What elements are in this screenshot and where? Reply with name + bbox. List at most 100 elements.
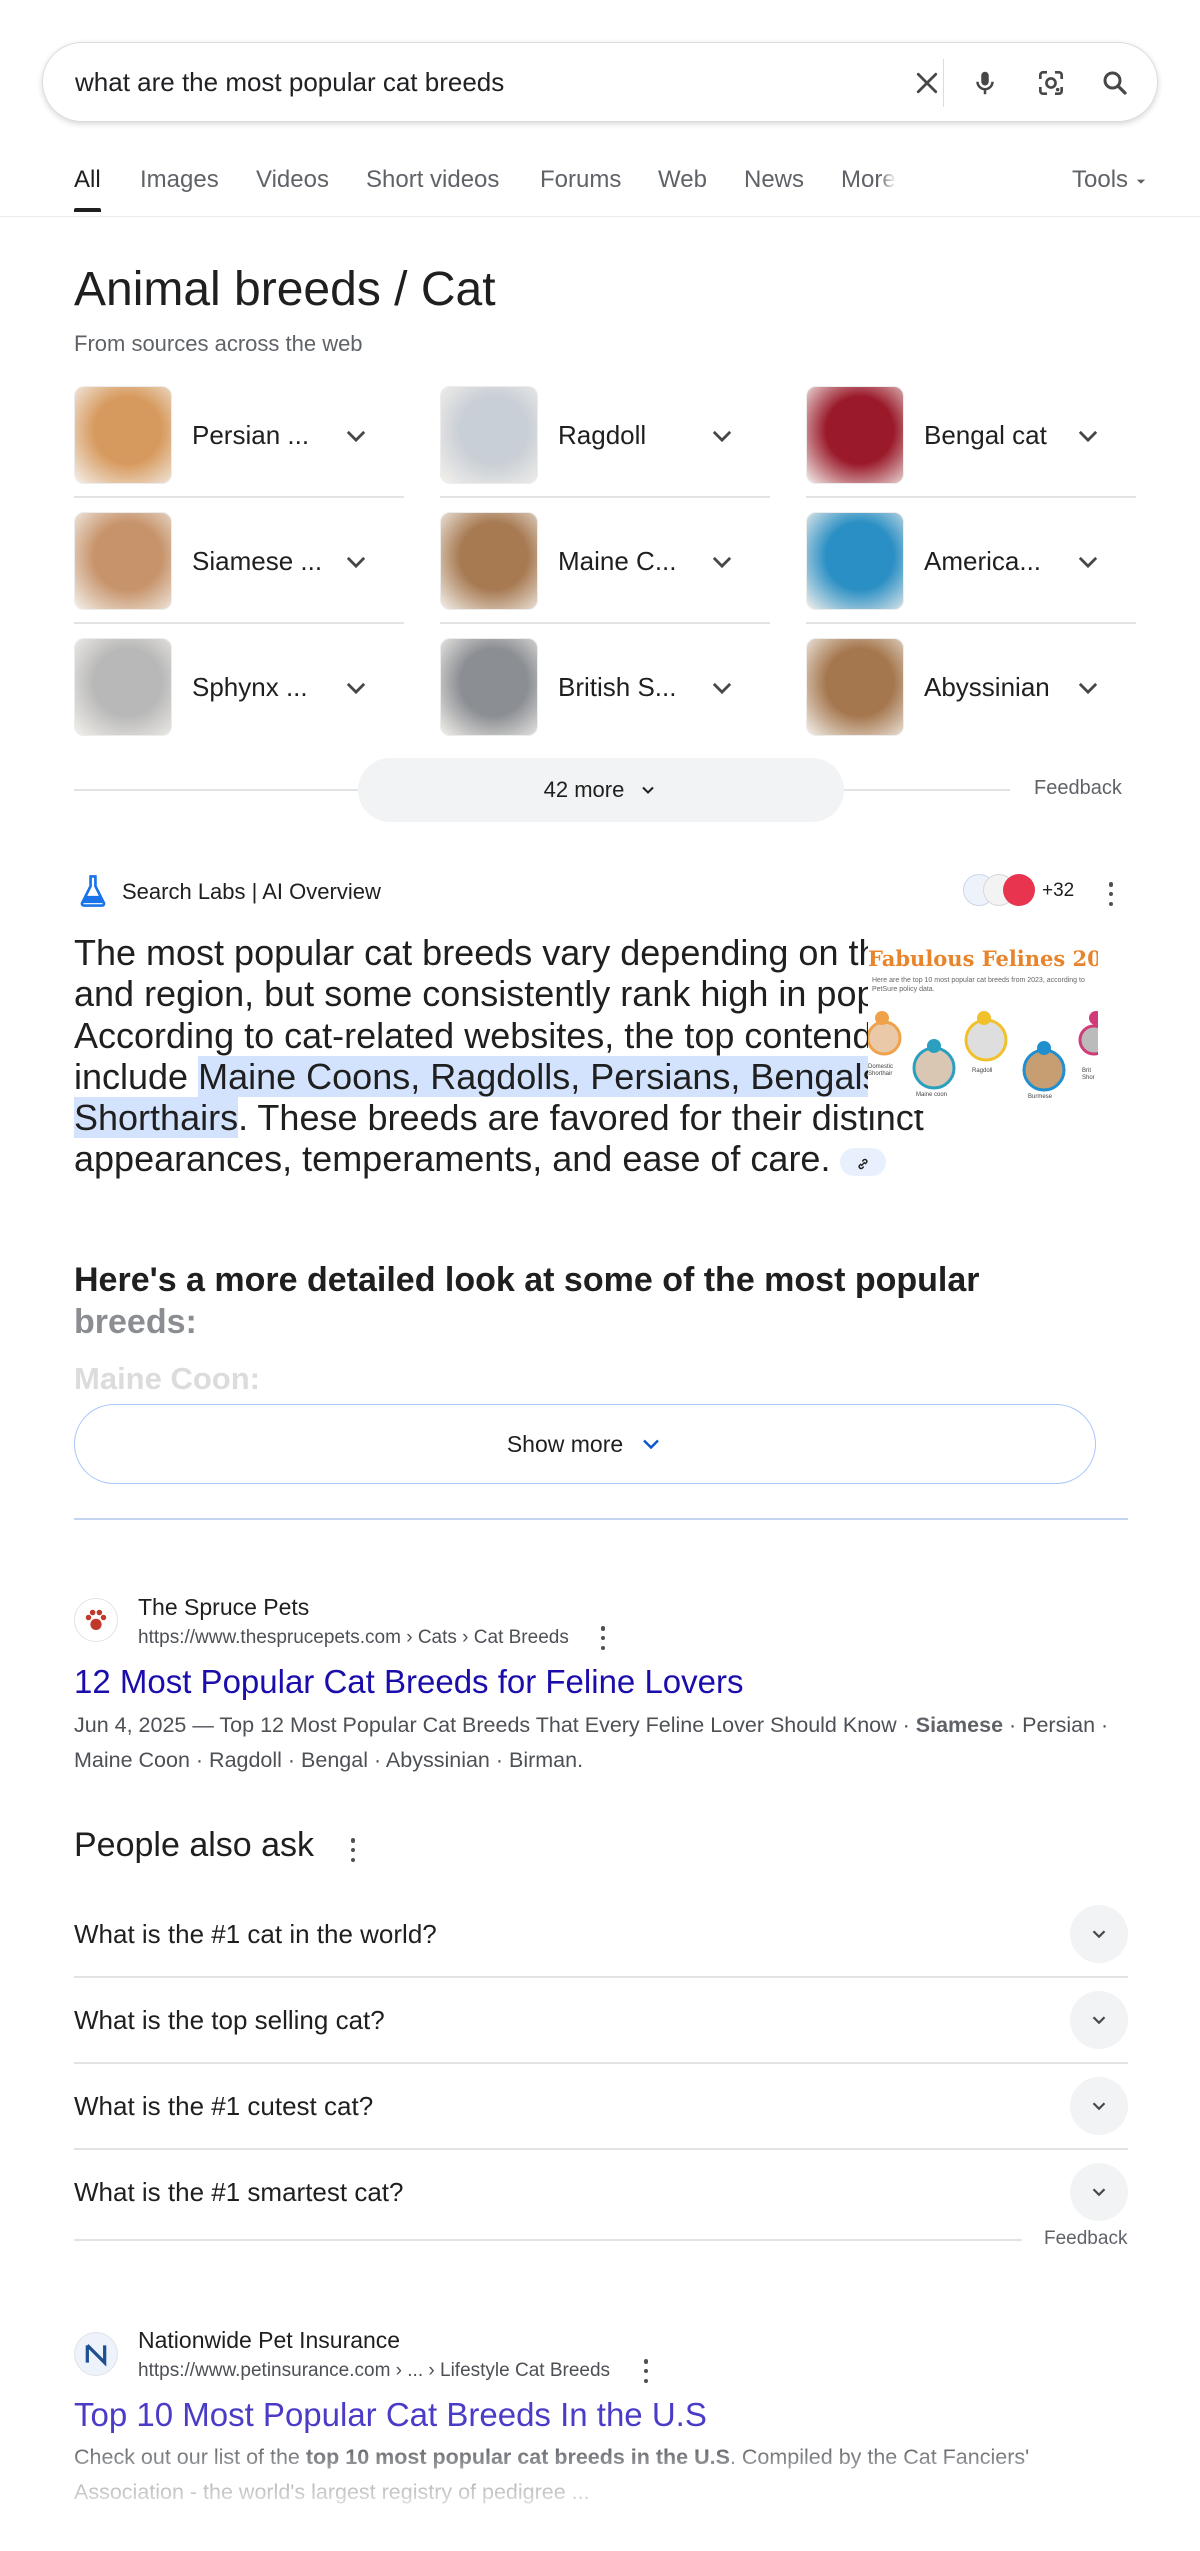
breed-thumbnail (440, 512, 538, 610)
breed-divider (440, 496, 770, 498)
chevron-down-icon (643, 1439, 660, 1450)
paa-expand-button[interactable] (1070, 1905, 1128, 1963)
paa-question[interactable]: What is the #1 smartest cat? (74, 2151, 1128, 2236)
result-1-site-name[interactable]: The Spruce Pets (138, 1594, 309, 1621)
breed-divider (74, 496, 404, 498)
tab-videos[interactable]: Videos (256, 166, 329, 194)
paa-feedback-link[interactable]: Feedback (1044, 2228, 1127, 2250)
result-2-site-name[interactable]: Nationwide Pet Insurance (138, 2327, 400, 2354)
breed-chip[interactable]: Bengal cat (806, 386, 1136, 498)
chevron-down-icon[interactable] (1074, 548, 1102, 576)
tab-short-videos[interactable]: Short videos (366, 166, 499, 194)
tab-images[interactable]: Images (140, 166, 219, 194)
paa-question-text: What is the #1 cutest cat? (74, 2091, 374, 2121)
result-1-snippet: Jun 4, 2025 — Top 12 Most Popular Cat Br… (74, 1708, 1134, 1778)
ai-sources-avatars[interactable] (963, 874, 1039, 908)
ai-overview-label: Search Labs | AI Overview (122, 879, 381, 904)
paa-feedback-divider (74, 2239, 1022, 2241)
infographic-label-4: Burmese (1028, 1094, 1053, 1100)
chevron-down-icon[interactable] (342, 548, 370, 576)
breed-thumbnail (806, 386, 904, 484)
search-icon[interactable] (1093, 61, 1137, 105)
ai-overview-menu-icon[interactable] (1108, 882, 1114, 906)
paa-expand-button[interactable] (1070, 2077, 1128, 2135)
chevron-down-icon[interactable] (708, 422, 736, 450)
search-bar[interactable]: what are the most popular cat breeds (42, 42, 1158, 122)
breed-chip[interactable]: Sphynx ... (74, 638, 404, 738)
ai-overview-heading: Here's a more detailed look at some of t… (74, 1259, 1114, 1343)
chevron-down-icon[interactable] (708, 548, 736, 576)
result-2-title-link[interactable]: Top 10 Most Popular Cat Breeds In the U.… (74, 2396, 707, 2434)
breed-thumbnail (440, 638, 538, 736)
breed-label: Ragdoll (558, 420, 647, 450)
paa-question[interactable]: What is the #1 cat in the world? (74, 1893, 1128, 1978)
result-2-snippet: Check out our list of the top 10 most po… (74, 2440, 1134, 2510)
tab-all[interactable]: All (74, 166, 101, 194)
ai-show-more-button[interactable]: Show more (74, 1404, 1096, 1484)
paa-question[interactable]: What is the #1 cutest cat? (74, 2065, 1128, 2150)
result-2-url[interactable]: https://www.petinsurance.com › ... › Lif… (138, 2360, 610, 2382)
breed-divider (806, 622, 1136, 624)
spruce-pets-favicon (74, 1598, 118, 1642)
caret-down-icon (1136, 179, 1146, 184)
paa-question[interactable]: What is the top selling cat? (74, 1979, 1128, 2064)
paa-menu-icon[interactable] (350, 1838, 356, 1862)
result-1-menu-icon[interactable] (600, 1626, 606, 1650)
mic-icon[interactable] (963, 61, 1007, 105)
search-divider (943, 59, 944, 107)
infographic-graphic (868, 1011, 1098, 1092)
chevron-down-icon[interactable] (708, 674, 736, 702)
breed-chip[interactable]: Persian ... (74, 386, 404, 498)
search-input[interactable]: what are the most popular cat breeds (75, 67, 504, 98)
breed-divider (440, 622, 770, 624)
breed-thumbnail (74, 386, 172, 484)
tab-news[interactable]: News (744, 166, 804, 194)
tools-button[interactable]: Tools (1072, 166, 1148, 194)
breed-thumbnail (806, 512, 904, 610)
citation-link-icon[interactable] (840, 1147, 887, 1176)
breed-label: Bengal cat (924, 420, 1047, 450)
result-1-url[interactable]: https://www.thesprucepets.com › Cats › C… (138, 1627, 569, 1649)
ai-sources-count: +32 (1042, 880, 1075, 901)
ai-overview-image[interactable]: Fabulous Felines 202 Here are the top 10… (868, 940, 1098, 1110)
tab-forums[interactable]: Forums (540, 166, 621, 194)
show-more-label: Show more (506, 1430, 624, 1457)
paa-expand-button[interactable] (1070, 1991, 1128, 2049)
breed-chip[interactable]: Maine C... (440, 512, 770, 624)
chevron-down-icon[interactable] (342, 674, 370, 702)
breed-label: Siamese ... (192, 546, 323, 576)
breed-chip[interactable]: Ragdoll (440, 386, 770, 498)
breed-label: Abyssinian (924, 672, 1050, 702)
chevron-down-icon[interactable] (342, 422, 370, 450)
breeds-feedback-link[interactable]: Feedback (1034, 777, 1122, 800)
breed-label: Sphynx ... (192, 672, 308, 702)
breed-label: America... (924, 546, 1042, 576)
camera-lens-icon[interactable] (1029, 61, 1073, 105)
chevron-down-icon[interactable] (1074, 422, 1102, 450)
tab-web[interactable]: Web (658, 166, 707, 194)
more-breeds-button[interactable]: 42 more (358, 758, 844, 822)
infographic-label-2: Maine coon (916, 1092, 948, 1098)
result-2-snippet-bold: top 10 most popular cat breeds in the U.… (305, 2445, 730, 2469)
nationwide-logo-icon (85, 2344, 107, 2367)
result-2-menu-icon[interactable] (643, 2359, 649, 2383)
breed-chip[interactable]: Abyssinian (806, 638, 1136, 738)
breed-label: Persian ... (192, 420, 310, 450)
breeds-panel-subtitle: From sources across the web (74, 331, 363, 356)
result-1-title-link[interactable]: 12 Most Popular Cat Breeds for Feline Lo… (74, 1663, 744, 1701)
breed-chip[interactable]: Siamese ... (74, 512, 404, 624)
breed-thumbnail (440, 386, 538, 484)
paw-icon (85, 1609, 107, 1630)
tab-more[interactable]: More (841, 166, 896, 194)
breed-chip[interactable]: America... (806, 512, 1136, 624)
chevron-down-icon[interactable] (1074, 674, 1102, 702)
chevron-down-icon (1092, 2016, 1106, 2025)
paa-expand-button[interactable] (1070, 2163, 1128, 2221)
paa-title: People also ask (74, 1826, 315, 1864)
paa-question-text: What is the top selling cat? (74, 2005, 385, 2035)
chevron-down-icon (642, 786, 655, 794)
breed-chip[interactable]: British S... (440, 638, 770, 738)
ai-heading-fade: breeds: (74, 1303, 197, 1341)
chevron-down-icon (1092, 1930, 1106, 1939)
paa-divider (74, 1976, 1128, 1978)
